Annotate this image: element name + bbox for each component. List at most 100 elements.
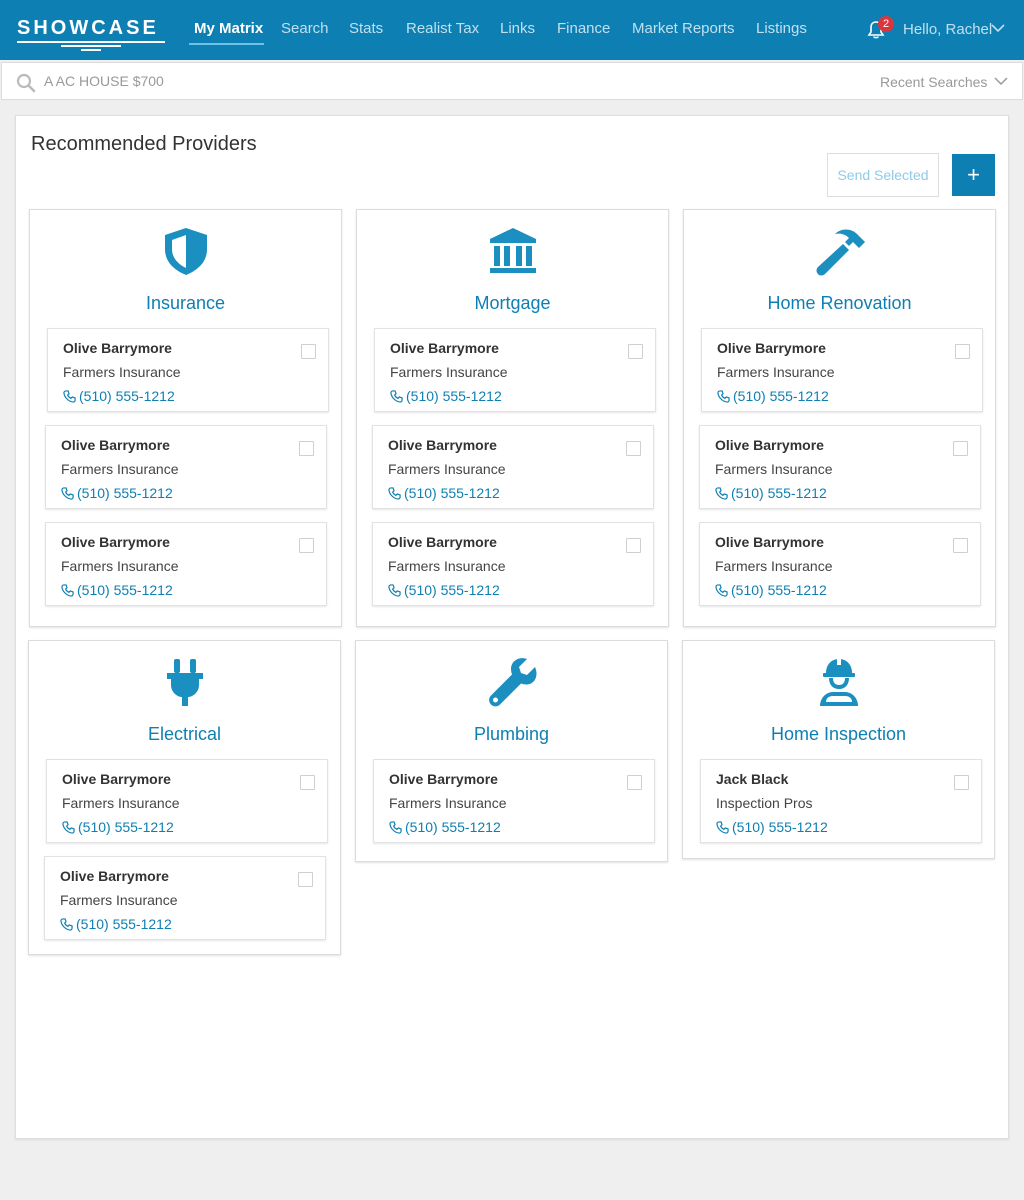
provider-name: Olive Barrymore (61, 534, 170, 550)
provider-name: Olive Barrymore (389, 771, 498, 787)
provider-select-checkbox[interactable] (299, 538, 314, 553)
send-selected-button[interactable]: Send Selected (827, 153, 939, 197)
phone-icon (715, 584, 728, 597)
provider-phone-link[interactable]: (510) 555-1212 (390, 388, 502, 404)
recent-searches-dropdown[interactable]: Recent Searches (880, 74, 987, 90)
provider-name: Olive Barrymore (60, 868, 169, 884)
provider-phone-link[interactable]: (510) 555-1212 (389, 819, 501, 835)
top-navbar: SHOWCASE My Matrix Search Stats Realist … (0, 0, 1024, 60)
provider-company: Farmers Insurance (61, 558, 179, 574)
provider-company: Farmers Insurance (62, 795, 180, 811)
provider-company: Farmers Insurance (388, 558, 506, 574)
nav-market-reports[interactable]: Market Reports (632, 20, 735, 38)
provider-phone-text: (510) 555-1212 (731, 582, 827, 598)
nav-finance[interactable]: Finance (557, 20, 610, 38)
chevron-down-icon[interactable] (994, 76, 1008, 86)
provider-select-checkbox[interactable] (954, 775, 969, 790)
provider-phone-link[interactable]: (510) 555-1212 (61, 582, 173, 598)
provider-phone-link[interactable]: (510) 555-1212 (388, 485, 500, 501)
category-card-home-renovation: Home Renovation Olive Barrymore Farmers … (683, 209, 996, 627)
nav-listings[interactable]: Listings (756, 20, 807, 38)
provider-company: Farmers Insurance (61, 461, 179, 477)
search-bar: Recent Searches (1, 62, 1023, 100)
notification-badge: 2 (878, 16, 894, 32)
provider-phone-link[interactable]: (510) 555-1212 (63, 388, 175, 404)
phone-icon (60, 918, 73, 931)
provider-card: Olive Barrymore Farmers Insurance (510) … (701, 328, 983, 412)
provider-select-checkbox[interactable] (626, 538, 641, 553)
provider-name: Olive Barrymore (390, 340, 499, 356)
provider-company: Farmers Insurance (715, 461, 833, 477)
showcase-logo[interactable]: SHOWCASE (17, 17, 167, 51)
nav-realist-tax[interactable]: Realist Tax (406, 20, 479, 38)
provider-phone-text: (510) 555-1212 (78, 819, 174, 835)
user-greeting[interactable]: Hello, Rachel (903, 21, 992, 39)
phone-icon (390, 390, 403, 403)
category-title: Home Inspection (770, 724, 907, 744)
nav-stats[interactable]: Stats (349, 20, 383, 38)
add-provider-button[interactable]: + (952, 154, 995, 196)
provider-phone-text: (510) 555-1212 (76, 916, 172, 932)
provider-card: Olive Barrymore Farmers Insurance (510) … (699, 425, 981, 509)
category-title: Electrical (147, 724, 222, 744)
provider-phone-link[interactable]: (510) 555-1212 (717, 388, 829, 404)
provider-phone-link[interactable]: (510) 555-1212 (715, 485, 827, 501)
wrench-icon (488, 658, 536, 707)
provider-select-checkbox[interactable] (955, 344, 970, 359)
phone-icon (389, 821, 402, 834)
provider-select-checkbox[interactable] (628, 344, 643, 359)
provider-phone-text: (510) 555-1212 (732, 819, 828, 835)
provider-card: Olive Barrymore Farmers Insurance (510) … (699, 522, 981, 606)
provider-card: Olive Barrymore Farmers Insurance (510) … (44, 856, 326, 940)
provider-company: Farmers Insurance (389, 795, 507, 811)
category-card-plumbing: Plumbing Olive Barrymore Farmers Insuran… (355, 640, 668, 862)
inspector-icon (819, 657, 858, 706)
phone-icon (388, 584, 401, 597)
provider-name: Olive Barrymore (61, 437, 170, 453)
provider-company: Farmers Insurance (388, 461, 506, 477)
provider-phone-link[interactable]: (510) 555-1212 (716, 819, 828, 835)
category-card-home-inspection: Home Inspection Jack Black Inspection Pr… (682, 640, 995, 859)
provider-select-checkbox[interactable] (626, 441, 641, 456)
phone-icon (716, 821, 729, 834)
category-card-electrical: Electrical Olive Barrymore Farmers Insur… (28, 640, 341, 955)
provider-phone-link[interactable]: (510) 555-1212 (388, 582, 500, 598)
shield-icon (164, 228, 207, 275)
provider-select-checkbox[interactable] (627, 775, 642, 790)
nav-my-matrix[interactable]: My Matrix (194, 20, 263, 38)
provider-card: Jack Black Inspection Pros (510) 555-121… (700, 759, 982, 843)
nav-links[interactable]: Links (500, 20, 535, 38)
search-input[interactable] (44, 69, 644, 93)
provider-company: Farmers Insurance (715, 558, 833, 574)
search-icon (16, 73, 36, 93)
nav-search[interactable]: Search (281, 20, 329, 38)
plug-icon (166, 659, 203, 706)
provider-name: Olive Barrymore (715, 534, 824, 550)
category-title: Insurance (145, 293, 226, 313)
provider-select-checkbox[interactable] (299, 441, 314, 456)
provider-phone-text: (510) 555-1212 (79, 388, 175, 404)
provider-select-checkbox[interactable] (301, 344, 316, 359)
provider-select-checkbox[interactable] (300, 775, 315, 790)
provider-phone-link[interactable]: (510) 555-1212 (62, 819, 174, 835)
provider-select-checkbox[interactable] (953, 538, 968, 553)
provider-name: Olive Barrymore (63, 340, 172, 356)
provider-card: Olive Barrymore Farmers Insurance (510) … (47, 328, 329, 412)
provider-phone-text: (510) 555-1212 (733, 388, 829, 404)
provider-phone-link[interactable]: (510) 555-1212 (715, 582, 827, 598)
phone-icon (61, 584, 74, 597)
provider-select-checkbox[interactable] (298, 872, 313, 887)
provider-select-checkbox[interactable] (953, 441, 968, 456)
phone-icon (63, 390, 76, 403)
provider-phone-text: (510) 555-1212 (77, 582, 173, 598)
logo-underline (61, 45, 121, 47)
provider-company: Farmers Insurance (60, 892, 178, 908)
provider-company: Farmers Insurance (390, 364, 508, 380)
provider-phone-link[interactable]: (510) 555-1212 (61, 485, 173, 501)
provider-phone-text: (510) 555-1212 (406, 388, 502, 404)
provider-phone-link[interactable]: (510) 555-1212 (60, 916, 172, 932)
provider-name: Olive Barrymore (388, 534, 497, 550)
chevron-down-icon[interactable] (990, 22, 1006, 34)
provider-phone-text: (510) 555-1212 (404, 582, 500, 598)
category-title: Home Renovation (767, 293, 912, 313)
